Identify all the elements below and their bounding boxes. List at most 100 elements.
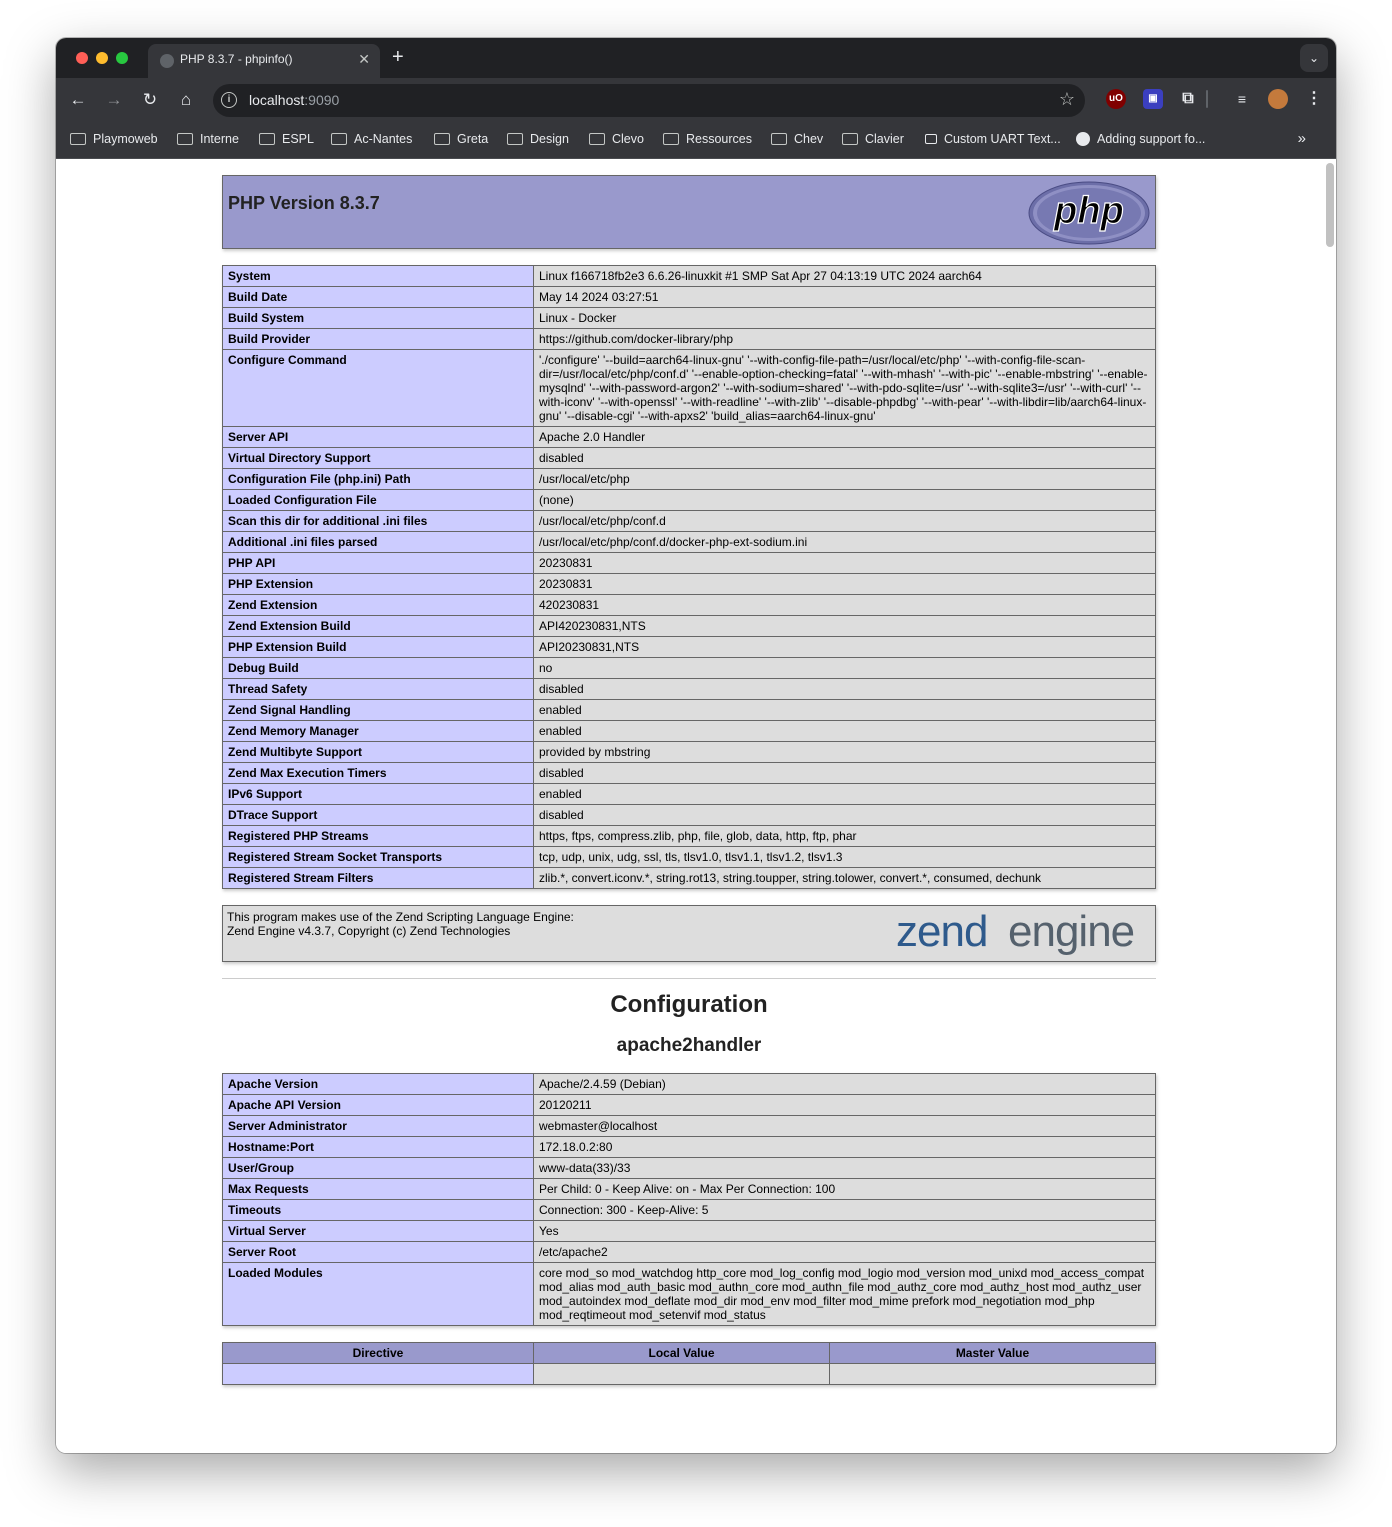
- section-divider: [222, 978, 1156, 979]
- zend-engine-box: This program makes use of the Zend Scrip…: [222, 905, 1156, 962]
- bookmark-link[interactable]: Adding support fo...: [1076, 132, 1205, 146]
- bookmark-folder[interactable]: Playmoweb: [70, 132, 158, 146]
- row-key: Zend Extension: [222, 594, 534, 616]
- vertical-scrollbar[interactable]: [1326, 163, 1334, 247]
- bookmark-folder[interactable]: Interne: [177, 132, 239, 146]
- row-value: provided by mbstring: [533, 741, 1156, 763]
- zoom-window-button[interactable]: [116, 52, 128, 64]
- row-key: Apache Version: [222, 1073, 534, 1095]
- bookmark-link[interactable]: Custom UART Text...: [925, 132, 1061, 146]
- address-bar[interactable]: i localhost:9090 ☆: [213, 84, 1085, 117]
- new-tab-button[interactable]: +: [392, 46, 404, 69]
- row-key: Build System: [222, 307, 534, 329]
- row-value: './configure' '--build=aarch64-linux-gnu…: [533, 349, 1156, 427]
- bookmark-folder[interactable]: Greta: [434, 132, 488, 146]
- bookmark-folder[interactable]: Ressources: [663, 132, 752, 146]
- active-tab[interactable]: PHP 8.3.7 - phpinfo() ✕: [148, 44, 380, 78]
- bookmark-folder[interactable]: Clavier: [842, 132, 904, 146]
- row-value: 20120211: [533, 1094, 1156, 1116]
- minimize-window-button[interactable]: [96, 52, 108, 64]
- bookmark-folder[interactable]: Chev: [771, 132, 823, 146]
- row-value: enabled: [533, 783, 1156, 805]
- bookmark-star-icon[interactable]: ☆: [1059, 89, 1075, 110]
- phpinfo-container: PHP Version 8.3.7 php System Linux f16671…: [222, 175, 1156, 1401]
- forward-icon[interactable]: →: [102, 88, 126, 112]
- system-info-row: Zend Signal Handling enabled: [222, 699, 1156, 721]
- extension-badge-icon[interactable]: ▣: [1143, 89, 1163, 109]
- system-info-row: System Linux f166718fb2e3 6.6.26-linuxkit…: [222, 265, 1156, 287]
- system-info-row: IPv6 Support enabled: [222, 783, 1156, 805]
- extensions-puzzle-icon[interactable]: ⧉: [1178, 89, 1198, 109]
- system-info-row: PHP Extension 20230831: [222, 573, 1156, 595]
- system-info-row: Debug Build no: [222, 657, 1156, 679]
- bookmark-folder[interactable]: Clevo: [589, 132, 644, 146]
- row-value: no: [533, 657, 1156, 679]
- system-info-row: DTrace Support disabled: [222, 804, 1156, 826]
- reload-icon[interactable]: ↻: [138, 88, 162, 112]
- system-info-row: Thread Safety disabled: [222, 678, 1156, 700]
- row-value: enabled: [533, 720, 1156, 742]
- bookmark-folder[interactable]: ESPL: [259, 132, 314, 146]
- system-info-row: Server API Apache 2.0 Handler: [222, 426, 1156, 448]
- row-value: disabled: [533, 762, 1156, 784]
- row-value: zlib.*, convert.iconv.*, string.rot13, s…: [533, 867, 1156, 889]
- row-value: API420230831,NTS: [533, 615, 1156, 637]
- row-key: Apache API Version: [222, 1094, 534, 1116]
- svg-text:engine: engine: [1008, 908, 1134, 956]
- row-value: www-data(33)/33: [533, 1157, 1156, 1179]
- row-key: Thread Safety: [222, 678, 534, 700]
- folder-icon: [771, 133, 787, 145]
- directive-table: Directive Local Value Master Value: [222, 1342, 1156, 1385]
- folder-icon: [434, 133, 450, 145]
- close-window-button[interactable]: [76, 52, 88, 64]
- reading-list-icon[interactable]: ≡: [1232, 89, 1252, 109]
- ublock-extension-icon[interactable]: uO: [1106, 89, 1126, 109]
- toolbar-divider: [1206, 90, 1208, 108]
- bookmark-folder[interactable]: Ac-Nantes: [331, 132, 412, 146]
- bookmarks-overflow-icon[interactable]: »: [1298, 130, 1306, 147]
- system-info-row: Additional .ini files parsed/usr/local/e…: [222, 531, 1156, 553]
- local-value-column-header: Local Value: [533, 1342, 830, 1364]
- home-icon[interactable]: ⌂: [174, 88, 198, 112]
- row-value: Per Child: 0 - Keep Alive: on - Max Per …: [533, 1178, 1156, 1200]
- menu-kebab-icon[interactable]: ⋮: [1304, 89, 1324, 109]
- profile-avatar[interactable]: [1268, 89, 1288, 109]
- bookmark-folder[interactable]: Design: [507, 132, 569, 146]
- github-icon: [1076, 132, 1090, 146]
- system-info-row: PHP API 20230831: [222, 552, 1156, 574]
- row-value: /usr/local/etc/php: [533, 468, 1156, 490]
- apache-info-row: Server Administrator webmaster@localhost: [222, 1115, 1156, 1137]
- directive-row: [222, 1363, 1156, 1385]
- back-icon[interactable]: ←: [66, 88, 90, 112]
- page-content: PHP Version 8.3.7 php System Linux f16671…: [56, 159, 1336, 1453]
- row-value: core mod_so mod_watchdog http_core mod_l…: [533, 1262, 1156, 1326]
- system-info-row: Zend Extension 420230831: [222, 594, 1156, 616]
- system-info-row: Registered Stream Filters zlib.*, convert…: [222, 867, 1156, 889]
- row-key: DTrace Support: [222, 804, 534, 826]
- site-info-icon[interactable]: i: [221, 92, 237, 108]
- folder-icon: [259, 133, 275, 145]
- system-info-row: Scan this dir for additional .ini files /…: [222, 510, 1156, 532]
- row-key: Max Requests: [222, 1178, 534, 1200]
- folder-icon: [663, 133, 679, 145]
- row-value: disabled: [533, 447, 1156, 469]
- uart-site-icon: [925, 134, 937, 144]
- bookmarks-bar: Playmoweb Interne ESPL Ac-Nantes Greta D…: [56, 122, 1336, 159]
- local-value: [533, 1363, 830, 1385]
- row-value: disabled: [533, 804, 1156, 826]
- url-text[interactable]: localhost:9090: [249, 92, 339, 108]
- row-value: (none): [533, 489, 1156, 511]
- row-value: webmaster@localhost: [533, 1115, 1156, 1137]
- row-key: Virtual Server: [222, 1220, 534, 1242]
- system-info-row: Build Date May 14 2024 03:27:51: [222, 286, 1156, 308]
- row-value: Apache/2.4.59 (Debian): [533, 1073, 1156, 1095]
- tab-close-icon[interactable]: ✕: [358, 51, 370, 68]
- system-info-row: Zend Extension Build API420230831,NTS: [222, 615, 1156, 637]
- apache-info-row: Hostname:Port 172.18.0.2:80: [222, 1136, 1156, 1158]
- row-key: Configuration File (php.ini) Path: [222, 468, 534, 490]
- system-info-row: PHP Extension Build API20230831,NTS: [222, 636, 1156, 658]
- tab-search-button[interactable]: ⌄: [1300, 44, 1328, 72]
- row-key: Zend Max Execution Timers: [222, 762, 534, 784]
- row-key: Timeouts: [222, 1199, 534, 1221]
- row-key: Registered Stream Filters: [222, 867, 534, 889]
